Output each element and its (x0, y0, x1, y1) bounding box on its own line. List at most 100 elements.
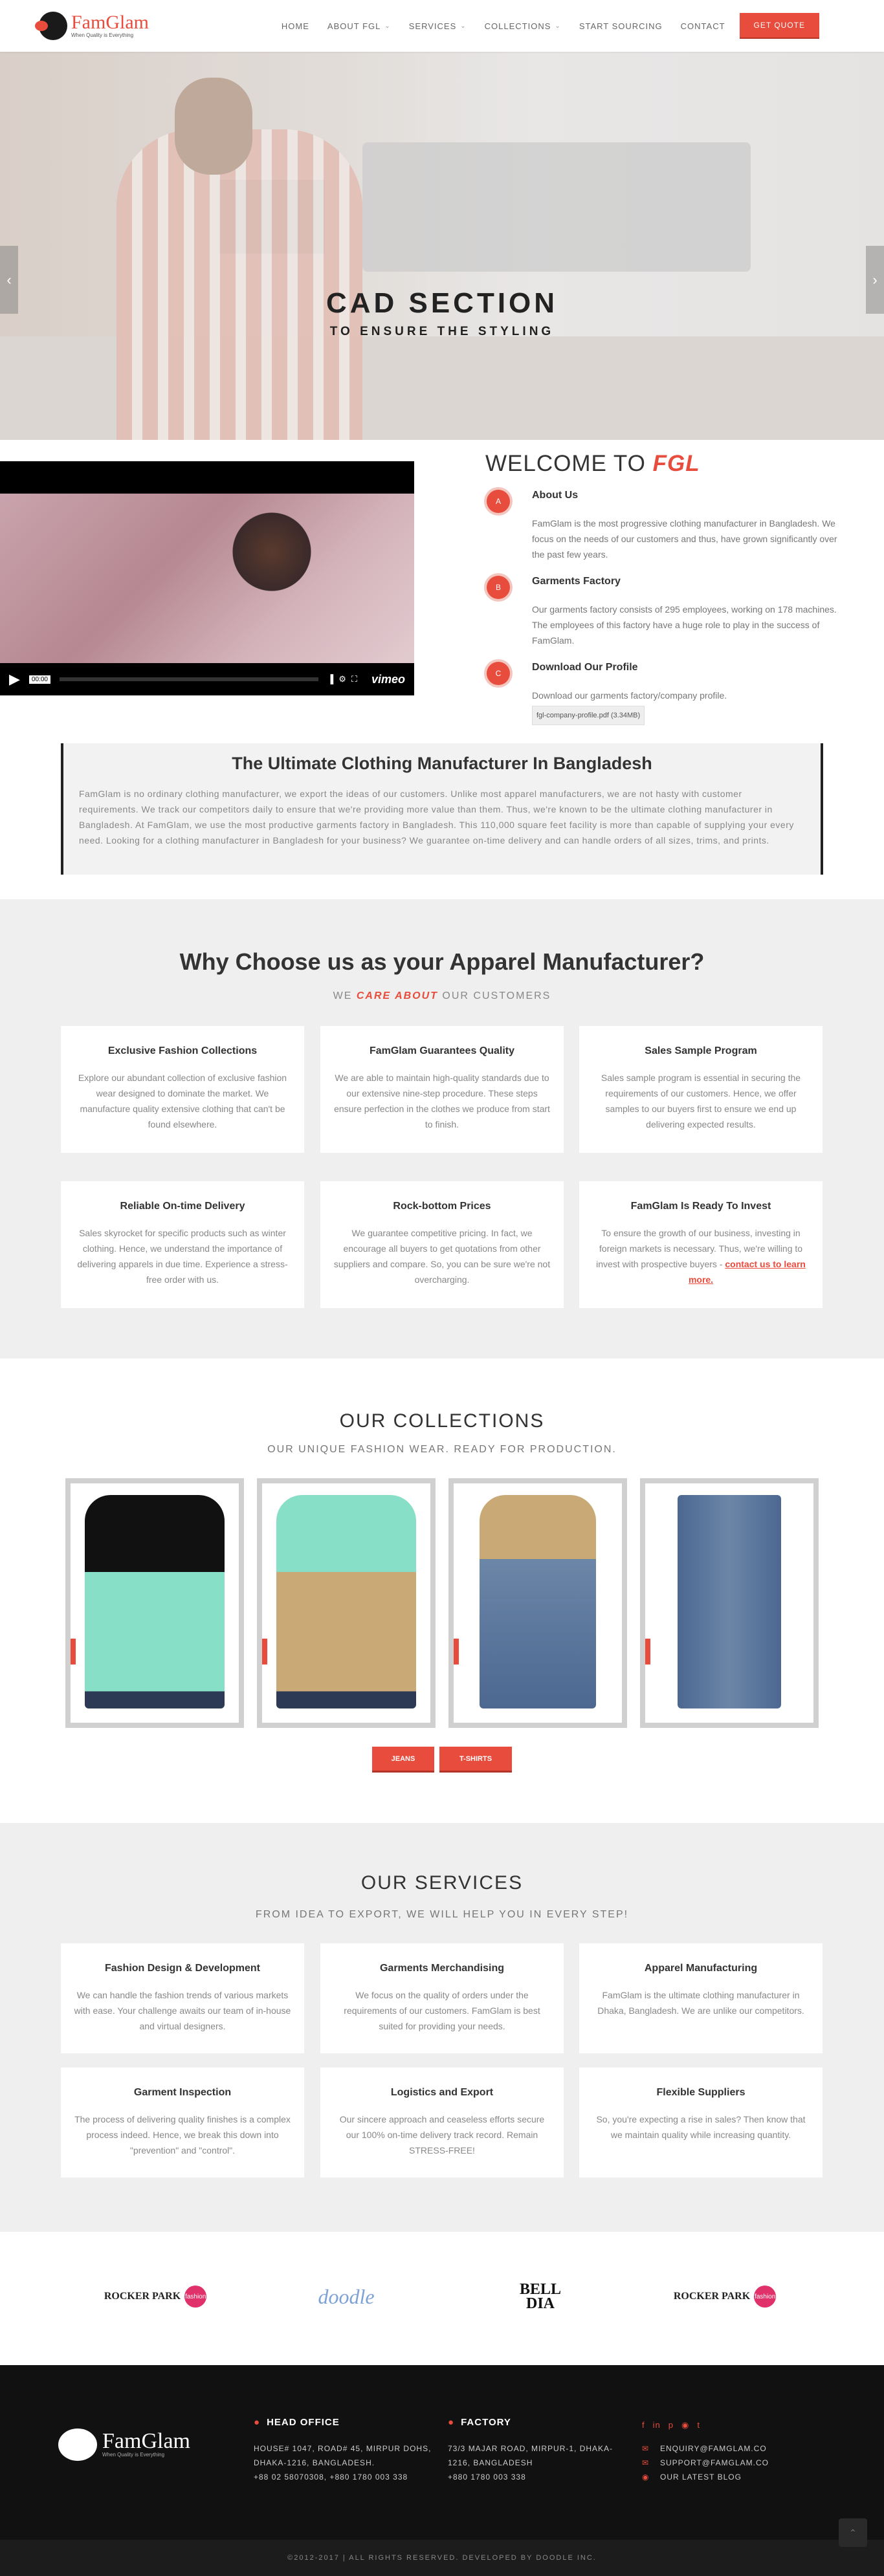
welcome-item-title: About Us (532, 490, 579, 501)
why-card: Exclusive Fashion Collections Explore our… (61, 1026, 304, 1153)
logo-icon (58, 2429, 97, 2461)
welcome-item-text: Our garments factory consists of 295 emp… (532, 604, 837, 646)
hero-slider: CAD SECTION TO ENSURE THE STYLING ‹ › (0, 52, 884, 440)
services-subtitle: FROM IDEA TO EXPORT, WE WILL HELP YOU IN… (255, 1909, 629, 1920)
collections-subtitle: OUR UNIQUE FASHION WEAR. READY FOR PRODU… (267, 1444, 617, 1455)
footer-blog-link[interactable]: ◉ OUR LATEST BLOG (642, 2470, 769, 2484)
why-card: Sales Sample Program Sales sample program… (579, 1026, 823, 1153)
service-card[interactable]: Flexible Suppliers So, you're expecting a… (579, 2068, 823, 2178)
service-card[interactable]: Logistics and Export Our sincere approach… (320, 2068, 564, 2178)
service-card[interactable]: Fashion Design & Development We can handl… (61, 1943, 304, 2053)
callout-text: FamGlam is no ordinary clothing manufact… (79, 789, 794, 846)
social-links: f in p ◉ t (642, 2418, 769, 2432)
nav-contact[interactable]: CONTACT (672, 21, 735, 31)
video-thumbnail (0, 494, 414, 663)
welcome-item-text: Download our garments factory/company pr… (532, 690, 727, 701)
partner-logo[interactable]: BELL DIA (498, 2277, 582, 2316)
copyright-text: ©2012-2017 | ALL RIGHTS RESERVED. DEVELO… (287, 2554, 597, 2562)
volume-icon[interactable]: ▐ (327, 674, 338, 684)
map-pin-icon: ● (448, 2417, 455, 2428)
settings-icon[interactable]: ⚙ (338, 674, 351, 684)
map-pin-icon: ● (254, 2417, 261, 2428)
footer-head-office: ● HEAD OFFICE HOUSE# 1047, ROAD# 45, MIRP… (254, 2417, 432, 2482)
fullscreen-icon[interactable]: ⛶ (351, 674, 362, 684)
filter-tshirts-button[interactable]: T-SHIRTS (439, 1747, 512, 1773)
partner-logo[interactable]: ROCKER PARK fashion (673, 2277, 777, 2316)
hero-subtitle: TO ENSURE THE STYLING (329, 325, 555, 338)
facebook-icon[interactable]: f (642, 2418, 645, 2432)
pinterest-icon[interactable]: p (669, 2418, 674, 2432)
badge-a: A (487, 490, 510, 513)
logo-tagline: When Quality is Everything (71, 32, 134, 38)
footer-email-support[interactable]: ✉ SUPPORT@FAMGLAM.CO (642, 2456, 769, 2470)
why-card: FamGlam Is Ready To Invest To ensure the … (579, 1181, 823, 1308)
logo-text: FamGlam (71, 12, 149, 33)
back-to-top-button[interactable]: ⌃ (839, 2518, 867, 2547)
get-quote-button[interactable]: GET QUOTE (739, 13, 819, 39)
video-time: 00:00 (28, 675, 50, 684)
main-nav: HOME ABOUT FGL ⌄ SERVICES ⌄ COLLECTIONS ⌄ S… (272, 0, 819, 52)
copyright-bar: ©2012-2017 | ALL RIGHTS RESERVED. DEVELO… (0, 2540, 884, 2576)
chevron-up-icon: ⌃ (849, 2527, 857, 2538)
chevron-down-icon: ⌄ (460, 22, 467, 30)
site-logo[interactable]: FamGlam When Quality is Everything (35, 12, 149, 40)
why-subtitle: WE CARE ABOUT OUR CUSTOMERS (333, 990, 551, 1001)
welcome-item-factory: B Garments Factory Our garments factory … (487, 576, 849, 653)
camera-icon: ◉ (642, 2472, 650, 2482)
nav-home[interactable]: HOME (272, 21, 318, 31)
services-section: OUR SERVICES FROM IDEA TO EXPORT, WE WIL… (0, 1823, 884, 2232)
welcome-item-title: Garments Factory (532, 576, 621, 587)
nav-services[interactable]: SERVICES ⌄ (400, 21, 476, 31)
why-card: Reliable On-time Delivery Sales skyrocket… (61, 1181, 304, 1308)
chevron-down-icon: ⌄ (384, 22, 391, 30)
video-progress-bar[interactable] (59, 677, 318, 681)
nav-about[interactable]: ABOUT FGL ⌄ (318, 21, 400, 31)
footer-contact: f in p ◉ t ✉ ENQUIRY@FAMGLAM.CO ✉ SUPPORT@… (642, 2418, 769, 2484)
linkedin-icon[interactable]: in (653, 2418, 661, 2432)
service-card[interactable]: Garments Merchandising We focus on the qu… (320, 1943, 564, 2053)
services-title: OUR SERVICES (360, 1872, 524, 1894)
hero-title: CAD SECTION (326, 287, 558, 319)
welcome-title: WELCOME TO FGL (485, 451, 700, 476)
service-card[interactable]: Apparel Manufacturing FamGlam is the ulti… (579, 1943, 823, 2053)
partner-logo[interactable]: doodle (304, 2277, 388, 2316)
profile-pdf-link[interactable]: fgl-company-profile.pdf (3.34MB) (532, 706, 645, 725)
nav-collections[interactable]: COLLECTIONS ⌄ (476, 21, 570, 31)
play-icon[interactable]: ▶ (9, 671, 20, 688)
footer-logo[interactable]: FamGlam When Quality is Everything (58, 2429, 190, 2461)
mail-icon: ✉ (642, 2444, 650, 2453)
service-card[interactable]: Garment Inspection The process of deliver… (61, 2068, 304, 2178)
logo-icon (35, 12, 67, 40)
why-card: Rock-bottom Prices We guarantee competiti… (320, 1181, 564, 1308)
product-card[interactable] (640, 1478, 819, 1728)
badge-b: B (487, 576, 510, 599)
product-image (480, 1495, 596, 1708)
twitter-icon[interactable]: t (697, 2418, 700, 2432)
slider-next-button[interactable]: › (866, 246, 884, 314)
footer-email-enquiry[interactable]: ✉ ENQUIRY@FAMGLAM.CO (642, 2441, 769, 2456)
chevron-left-icon: ‹ (6, 271, 12, 288)
partner-logo[interactable]: ROCKER PARK fashion (104, 2277, 207, 2316)
mail-icon: ✉ (642, 2458, 650, 2467)
filter-jeans-button[interactable]: JEANS (372, 1747, 434, 1773)
intro-callout: The Ultimate Clothing Manufacturer In Ba… (61, 743, 823, 875)
product-image (85, 1495, 225, 1708)
why-choose-section: Why Choose us as your Apparel Manufactur… (0, 899, 884, 1359)
product-card[interactable] (448, 1478, 627, 1728)
nav-start-sourcing[interactable]: START SOURCING (570, 21, 672, 31)
why-title: Why Choose us as your Apparel Manufactur… (179, 948, 705, 975)
collections-title: OUR COLLECTIONS (339, 1410, 545, 1432)
badge-c: C (487, 662, 510, 685)
video-controls: ▶ 00:00 ▐⚙⛶ vimeo (0, 663, 414, 695)
product-image (276, 1495, 416, 1708)
product-card[interactable] (65, 1478, 244, 1728)
chevron-right-icon: › (872, 271, 878, 288)
video-player[interactable]: ▶ 00:00 ▐⚙⛶ vimeo (0, 461, 414, 695)
product-card[interactable] (257, 1478, 436, 1728)
slider-prev-button[interactable]: ‹ (0, 246, 18, 314)
vimeo-logo[interactable]: vimeo (371, 673, 405, 686)
instagram-icon[interactable]: ◉ (681, 2418, 689, 2432)
product-image (678, 1495, 781, 1708)
why-card: FamGlam Guarantees Quality We are able to… (320, 1026, 564, 1153)
chevron-down-icon: ⌄ (555, 22, 561, 30)
